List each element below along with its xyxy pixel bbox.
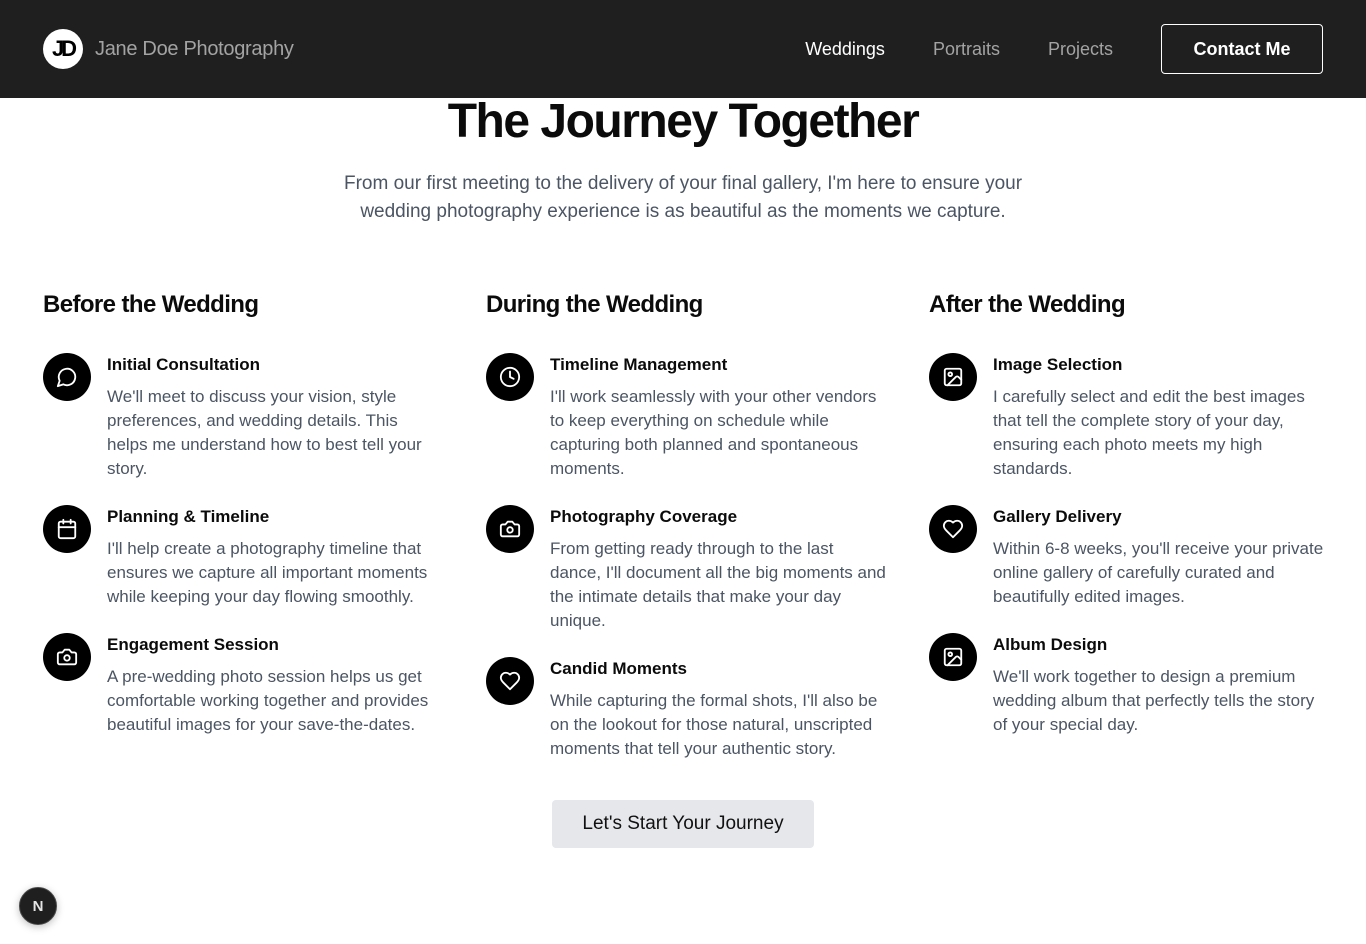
column-title: During the Wedding — [486, 291, 703, 318]
dev-tools-badge-icon[interactable]: N — [19, 887, 57, 925]
step-description: From getting ready through to the last d… — [550, 539, 886, 630]
camera-icon — [486, 505, 534, 553]
start-journey-button[interactable]: Let's Start Your Journey — [552, 800, 814, 848]
page-title: The Journey Together — [447, 95, 920, 148]
step-planning-timeline: Planning & Timeline I'll help create a p… — [43, 505, 443, 609]
step-description: A pre-wedding photo session helps us get… — [107, 667, 429, 734]
step-description: I'll work seamlessly with your other ven… — [550, 387, 877, 478]
nav-link-projects[interactable]: Projects — [1048, 39, 1113, 60]
step-description: Within 6-8 weeks, you'll receive your pr… — [993, 539, 1324, 606]
brand[interactable]: JD Jane Doe Photography — [43, 29, 294, 69]
step-initial-consultation: Initial Consultation We'll meet to discu… — [43, 353, 443, 481]
image-icon — [929, 633, 977, 681]
contact-me-button[interactable]: Contact Me — [1161, 24, 1323, 74]
nav-link-weddings[interactable]: Weddings — [805, 39, 885, 60]
step-candid-moments: Candid Moments While capturing the forma… — [486, 657, 886, 761]
camera-icon — [43, 633, 91, 681]
page-subtitle: From our first meeting to the delivery o… — [343, 173, 1023, 222]
nav-link-portraits[interactable]: Portraits — [933, 39, 1000, 60]
step-image-selection: Image Selection I carefully select and e… — [929, 353, 1329, 481]
step-title: Album Design — [993, 635, 1108, 654]
brand-name[interactable]: Jane Doe Photography — [95, 38, 294, 61]
step-title: Photography Coverage — [550, 507, 738, 526]
main-nav: Weddings Portraits Projects Contact Me — [757, 24, 1323, 74]
column-title: Before the Wedding — [43, 291, 259, 318]
step-title: Planning & Timeline — [107, 507, 270, 526]
step-title: Engagement Session — [107, 635, 279, 654]
column-title: After the Wedding — [929, 291, 1126, 318]
calendar-icon — [43, 505, 91, 553]
heart-icon — [486, 657, 534, 705]
step-description: We'll work together to design a premium … — [993, 667, 1315, 734]
step-album-design: Album Design We'll work together to desi… — [929, 633, 1329, 737]
step-title: Timeline Management — [550, 355, 728, 374]
step-engagement-session: Engagement Session A pre-wedding photo s… — [43, 633, 443, 737]
step-title: Candid Moments — [550, 659, 687, 678]
before-wedding-column: Before the Wedding Initial Consultation … — [43, 290, 443, 761]
step-title: Gallery Delivery — [993, 507, 1122, 526]
step-gallery-delivery: Gallery Delivery Within 6-8 weeks, you'l… — [929, 505, 1329, 609]
step-photography-coverage: Photography Coverage From getting ready … — [486, 505, 886, 633]
step-title: Image Selection — [993, 355, 1123, 374]
step-description: I carefully select and edit the best ima… — [993, 387, 1305, 478]
step-description: We'll meet to discuss your vision, style… — [107, 387, 422, 478]
after-wedding-column: After the Wedding Image Selection I care… — [929, 290, 1329, 761]
step-description: While capturing the formal shots, I'll a… — [550, 691, 878, 758]
logo-icon[interactable]: JD — [43, 29, 83, 69]
image-icon — [929, 353, 977, 401]
step-title: Initial Consultation — [107, 355, 260, 374]
message-circle-icon — [43, 353, 91, 401]
step-timeline-management: Timeline Management I'll work seamlessly… — [486, 353, 886, 481]
step-description: I'll help create a photography timeline … — [107, 539, 428, 606]
clock-icon — [486, 353, 534, 401]
during-wedding-column: During the Wedding Timeline Management I… — [486, 290, 886, 785]
heart-icon — [929, 505, 977, 553]
top-navbar: JD Jane Doe Photography Weddings Portrai… — [0, 0, 1366, 98]
